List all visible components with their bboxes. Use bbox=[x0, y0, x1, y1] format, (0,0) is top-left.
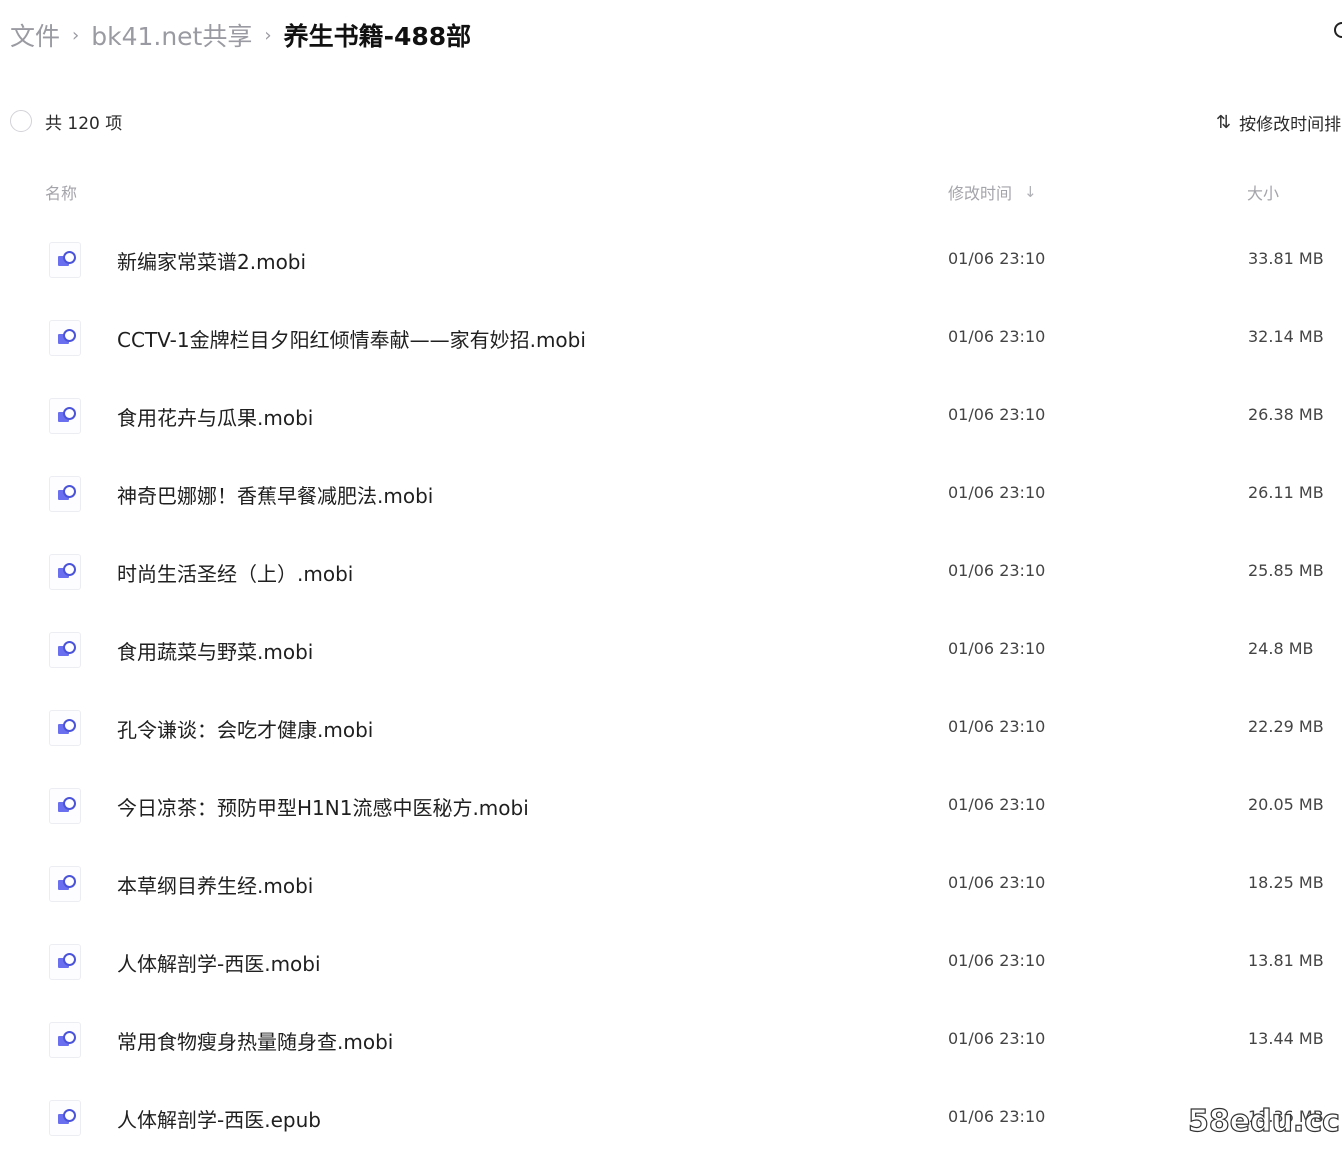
ebook-file-icon bbox=[49, 398, 81, 434]
file-size: 26.11 MB bbox=[1248, 483, 1324, 502]
ebook-file-icon-ring bbox=[63, 953, 76, 966]
file-row[interactable]: 食用蔬菜与野菜.mobi 01/06 23:10 24.8 MB bbox=[0, 610, 1342, 688]
file-modified-time: 01/06 23:10 bbox=[948, 249, 1046, 268]
file-row[interactable]: 孔令谦谈：会吃才健康.mobi 01/06 23:10 22.29 MB bbox=[0, 688, 1342, 766]
file-modified-time: 01/06 23:10 bbox=[948, 483, 1046, 502]
file-size: 26.38 MB bbox=[1248, 405, 1324, 424]
file-browser-page: 文件 › bk41.net共享 › 养生书籍-488部 共 120 项 ⇅ 按修… bbox=[0, 0, 1342, 1158]
column-header-name[interactable]: 名称 bbox=[45, 180, 77, 204]
breadcrumb: 文件 › bk41.net共享 › 养生书籍-488部 bbox=[10, 14, 471, 56]
file-size: 13.81 MB bbox=[1248, 951, 1324, 970]
file-list: 新编家常菜谱2.mobi 01/06 23:10 33.81 MB CCTV-1金牌栏… bbox=[0, 220, 1342, 1156]
ebook-file-icon-ring bbox=[63, 485, 76, 498]
sort-button[interactable]: ⇅ 按修改时间排 bbox=[1216, 108, 1341, 136]
file-name[interactable]: 人体解剖学-西医.epub bbox=[117, 1104, 321, 1133]
ebook-file-icon bbox=[49, 320, 81, 356]
ebook-file-icon-ring bbox=[63, 641, 76, 654]
file-modified-time: 01/06 23:10 bbox=[948, 951, 1046, 970]
sort-label: 按修改时间排 bbox=[1239, 114, 1342, 135]
ebook-file-icon bbox=[49, 1100, 81, 1136]
breadcrumb-item-files[interactable]: 文件 bbox=[10, 17, 60, 53]
ebook-file-icon bbox=[49, 632, 81, 668]
file-name[interactable]: 新编家常菜谱2.mobi bbox=[117, 246, 306, 275]
file-size: 33.81 MB bbox=[1248, 249, 1324, 268]
file-modified-time: 01/06 23:10 bbox=[948, 873, 1046, 892]
file-size: 25.85 MB bbox=[1248, 561, 1324, 580]
breadcrumb-separator: › bbox=[72, 24, 80, 46]
file-name[interactable]: 常用食物瘦身热量随身查.mobi bbox=[117, 1026, 393, 1055]
file-modified-time: 01/06 23:10 bbox=[948, 1107, 1046, 1126]
file-name[interactable]: 神奇巴娜娜！香蕉早餐减肥法.mobi bbox=[117, 480, 433, 509]
file-size: 24.8 MB bbox=[1248, 639, 1314, 658]
breadcrumb-item-share[interactable]: bk41.net共享 bbox=[91, 17, 252, 53]
column-header-modified[interactable]: 修改时间 ↓ bbox=[948, 180, 1037, 204]
file-size: 32.14 MB bbox=[1248, 327, 1324, 346]
ebook-file-icon bbox=[49, 242, 81, 278]
file-row[interactable]: 今日凉茶：预防甲型H1N1流感中医秘方.mobi 01/06 23:10 20.05… bbox=[0, 766, 1342, 844]
file-name[interactable]: 时尚生活圣经（上）.mobi bbox=[117, 558, 353, 587]
table-header: 名称 修改时间 ↓ 大小 bbox=[0, 178, 1342, 204]
file-row[interactable]: 食用花卉与瓜果.mobi 01/06 23:10 26.38 MB bbox=[0, 376, 1342, 454]
breadcrumb-current-folder: 养生书籍-488部 bbox=[283, 22, 472, 51]
breadcrumb-separator: › bbox=[264, 24, 272, 46]
column-header-modified-label: 修改时间 bbox=[948, 184, 1013, 203]
file-row[interactable]: CCTV-1金牌栏目夕阳红倾情奉献——家有妙招.mobi 01/06 23:10 3… bbox=[0, 298, 1342, 376]
file-size: 18.25 MB bbox=[1248, 873, 1324, 892]
file-size: 20.05 MB bbox=[1248, 795, 1324, 814]
file-modified-time: 01/06 23:10 bbox=[948, 327, 1046, 346]
watermark: 58edu.cc bbox=[1187, 1103, 1340, 1139]
ebook-file-icon-ring bbox=[63, 563, 76, 576]
ebook-file-icon-ring bbox=[63, 1031, 76, 1044]
file-modified-time: 01/06 23:10 bbox=[948, 717, 1046, 736]
file-modified-time: 01/06 23:10 bbox=[948, 795, 1046, 814]
file-size: 22.29 MB bbox=[1248, 717, 1324, 736]
file-name[interactable]: 人体解剖学-西医.mobi bbox=[117, 948, 321, 977]
file-size: 13.44 MB bbox=[1248, 1029, 1324, 1048]
column-header-size[interactable]: 大小 bbox=[1247, 180, 1279, 204]
sort-down-arrow-icon: ↓ bbox=[1024, 183, 1037, 201]
select-all-checkbox[interactable] bbox=[10, 110, 32, 132]
ebook-file-icon-ring bbox=[63, 407, 76, 420]
ebook-file-icon bbox=[49, 1022, 81, 1058]
ebook-file-icon-ring bbox=[63, 797, 76, 810]
ebook-file-icon-ring bbox=[63, 251, 76, 264]
ebook-file-icon bbox=[49, 554, 81, 590]
file-modified-time: 01/06 23:10 bbox=[948, 1029, 1046, 1048]
file-row[interactable]: 常用食物瘦身热量随身查.mobi 01/06 23:10 13.44 MB bbox=[0, 1000, 1342, 1078]
item-count: 共 120 项 bbox=[45, 114, 123, 134]
file-modified-time: 01/06 23:10 bbox=[948, 639, 1046, 658]
file-row[interactable]: 时尚生活圣经（上）.mobi 01/06 23:10 25.85 MB bbox=[0, 532, 1342, 610]
file-name[interactable]: 食用花卉与瓜果.mobi bbox=[117, 402, 313, 431]
file-name[interactable]: 本草纲目养生经.mobi bbox=[117, 870, 313, 899]
file-row[interactable]: 新编家常菜谱2.mobi 01/06 23:10 33.81 MB bbox=[0, 220, 1342, 298]
file-modified-time: 01/06 23:10 bbox=[948, 405, 1046, 424]
search-icon[interactable] bbox=[1334, 22, 1342, 38]
file-row[interactable]: 本草纲目养生经.mobi 01/06 23:10 18.25 MB bbox=[0, 844, 1342, 922]
ebook-file-icon bbox=[49, 476, 81, 512]
ebook-file-icon-ring bbox=[63, 329, 76, 342]
ebook-file-icon bbox=[49, 788, 81, 824]
toolbar: 共 120 项 ⇅ 按修改时间排 bbox=[10, 108, 1342, 136]
ebook-file-icon bbox=[49, 944, 81, 980]
file-modified-time: 01/06 23:10 bbox=[948, 561, 1046, 580]
file-row[interactable]: 神奇巴娜娜！香蕉早餐减肥法.mobi 01/06 23:10 26.11 MB bbox=[0, 454, 1342, 532]
file-name[interactable]: 食用蔬菜与野菜.mobi bbox=[117, 636, 313, 665]
file-name[interactable]: CCTV-1金牌栏目夕阳红倾情奉献——家有妙招.mobi bbox=[117, 324, 586, 353]
ebook-file-icon bbox=[49, 710, 81, 746]
ebook-file-icon bbox=[49, 866, 81, 902]
file-row[interactable]: 人体解剖学-西医.epub 01/06 23:10 13.36 MB bbox=[0, 1078, 1342, 1156]
file-name[interactable]: 今日凉茶：预防甲型H1N1流感中医秘方.mobi bbox=[117, 792, 529, 821]
file-name[interactable]: 孔令谦谈：会吃才健康.mobi bbox=[117, 714, 373, 743]
ebook-file-icon-ring bbox=[63, 719, 76, 732]
file-row[interactable]: 人体解剖学-西医.mobi 01/06 23:10 13.81 MB bbox=[0, 922, 1342, 1000]
ebook-file-icon-ring bbox=[63, 1109, 76, 1122]
sort-icon: ⇅ bbox=[1216, 111, 1232, 133]
ebook-file-icon-ring bbox=[63, 875, 76, 888]
